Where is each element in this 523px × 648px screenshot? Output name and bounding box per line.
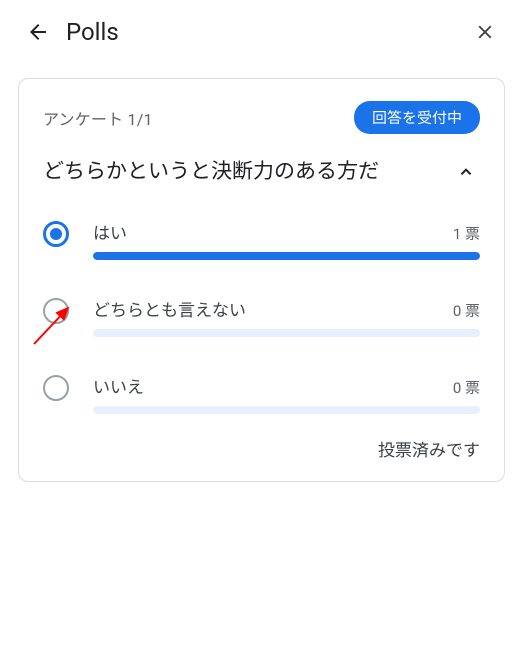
- result-bar-fill: [93, 252, 480, 260]
- option-votes: 0 票: [453, 377, 480, 398]
- radio-unselected[interactable]: [43, 298, 69, 324]
- poll-card: アンケート 1/1 回答を受付中 どちらかというと決断力のある方だ はい 1 票: [18, 78, 505, 482]
- result-bar: [93, 329, 480, 337]
- vote-status: 投票済みです: [43, 436, 480, 461]
- close-icon[interactable]: [471, 18, 499, 46]
- poll-option: どちらとも言えない 0 票: [43, 296, 480, 337]
- poll-option: はい 1 票: [43, 219, 480, 260]
- header: Polls: [0, 0, 523, 58]
- card-header: アンケート 1/1 回答を受付中: [43, 101, 480, 134]
- poll-option: いいえ 0 票: [43, 373, 480, 414]
- option-votes: 0 票: [453, 300, 480, 321]
- result-bar: [93, 252, 480, 260]
- result-bar: [93, 406, 480, 414]
- question-toggle[interactable]: どちらかというと決断力のある方だ: [43, 156, 480, 189]
- options-list: はい 1 票 どちらとも言えない 0 票: [43, 219, 480, 414]
- option-label: はい: [93, 219, 127, 244]
- chevron-up-icon: [452, 158, 480, 186]
- page-title: Polls: [66, 18, 471, 46]
- poll-counter: アンケート 1/1: [43, 106, 153, 130]
- radio-selected[interactable]: [43, 221, 69, 247]
- option-label: いいえ: [93, 373, 144, 398]
- option-label: どちらとも言えない: [93, 296, 246, 321]
- back-arrow-icon[interactable]: [24, 18, 52, 46]
- poll-question: どちらかというと決断力のある方だ: [43, 156, 452, 189]
- radio-unselected[interactable]: [43, 375, 69, 401]
- option-votes: 1 票: [453, 223, 480, 244]
- status-badge: 回答を受付中: [354, 101, 480, 134]
